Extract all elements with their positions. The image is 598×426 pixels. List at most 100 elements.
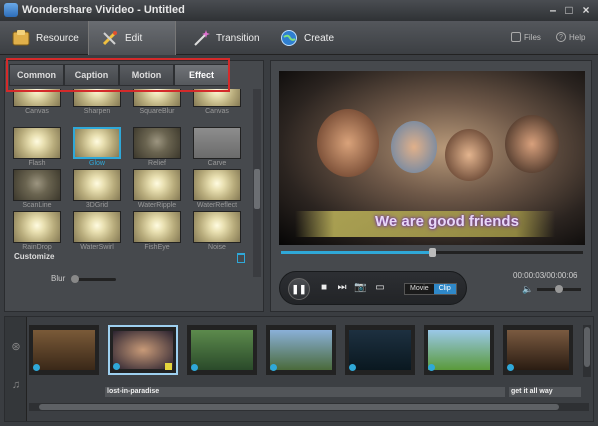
clip-option[interactable]: Clip [433,284,456,294]
effect-thumbnail[interactable] [133,211,181,243]
maximize-button[interactable]: □ [562,3,576,17]
tab-motion[interactable]: Motion [119,64,174,86]
effect-tabs: Common Caption Motion Effect [9,64,229,88]
movie-option[interactable]: Movie [405,284,434,294]
effect-thumbnail[interactable] [73,127,121,159]
clip-caption-icon [165,363,172,370]
timeline-clip[interactable] [424,325,494,375]
person-3 [445,129,493,181]
tab-common[interactable]: Common [9,64,64,86]
timecode: 00:00:03/00:00:06 [513,271,578,280]
effect-thumbnail-label: ScanLine [22,202,52,209]
files-link[interactable]: Files [511,32,541,42]
audio-segment-2[interactable]: get it all way [509,387,581,397]
create-label: Create [304,32,335,44]
timeline-clip[interactable] [266,325,336,375]
timeline-vscroll-thumb[interactable] [584,327,590,367]
volume-icon[interactable]: 🔈 [522,284,533,295]
person-2 [391,121,437,173]
effect-thumbnail-label: WaterRipple [137,202,177,209]
tab-effect[interactable]: Effect [174,64,229,86]
clip-effect-icon [428,364,435,371]
audio-segment-1[interactable]: lost-in-paradise [105,387,505,397]
pause-button[interactable]: ❚❚ [288,278,310,300]
effect-thumbnail[interactable] [73,169,121,201]
effect-scrollbar[interactable] [253,89,261,277]
stop-button[interactable]: ■ [318,282,330,294]
transition-label: Transition [216,32,260,44]
close-button[interactable]: × [579,3,593,17]
window-title: Wondershare Vivideo - Untitled [22,4,185,16]
clip-thumbnail [507,330,569,370]
files-label: Files [524,32,541,42]
effect-thumbnail[interactable] [193,211,241,243]
effect-thumbnail[interactable] [13,169,61,201]
effect-thumbnail-label: FishEye [144,244,170,251]
clip-effect-icon [270,364,277,371]
effect-thumbnail-label: Glow [89,160,105,167]
effect-thumbnail[interactable] [133,127,181,159]
effect-thumbnail[interactable] [133,169,181,201]
timeline-clip[interactable] [108,325,178,375]
timeline-hscroll-thumb[interactable] [39,404,559,410]
resource-label: Resource [36,32,79,44]
playback-progress[interactable] [281,248,583,257]
clip-thumbnail [191,330,253,370]
effect-thumbnail-label: Canvas [25,108,49,115]
effect-thumbnail[interactable] [73,211,121,243]
effect-thumbnail-label: 3DGrid [85,202,109,209]
timeline-clip[interactable] [187,325,257,375]
create-button[interactable]: Create [268,21,356,55]
timeline-clip[interactable] [345,325,415,375]
snapshot-camera-icon[interactable]: 📷 [354,282,366,294]
app-window: Wondershare Vivideo - Untitled – □ × Res… [0,0,598,426]
next-frame-button[interactable]: ⏭ [336,282,348,294]
timeline-clip[interactable] [503,325,573,375]
minimize-button[interactable]: – [546,3,560,17]
video-preview[interactable]: We are good friends [279,71,585,245]
edit-button[interactable]: Edit [88,21,176,55]
help-link[interactable]: ? Help [556,32,585,42]
effect-thumbnail[interactable] [193,127,241,159]
effect-thumbnail[interactable] [193,89,241,107]
person-4 [505,115,559,173]
transition-button[interactable]: Transition [180,21,268,55]
effect-thumbnail-label: Relief [148,160,166,167]
effect-thumbnail-label: Carve [207,160,227,167]
clip-thumbnail [428,330,490,370]
main-toolbar: Resource Edit Transition Create Files ? [0,21,598,55]
effect-panel: Common Caption Motion Effect Canvas Sharp… [4,60,264,312]
resource-button[interactable]: Resource [0,21,88,55]
trash-icon[interactable] [237,253,245,263]
effect-thumbnail[interactable] [193,169,241,201]
clip-thumbnail [33,330,95,370]
video-track [29,325,581,377]
fullscreen-icon[interactable]: ▭ [374,282,386,294]
effect-scrollbar-thumb[interactable] [254,169,260,209]
effect-thumbnail[interactable] [73,89,121,107]
timeline-vscroll[interactable] [583,325,591,377]
preview-panel: We are good friends ❚❚ ■ ⏭ 📷 ▭ Movie Cli… [270,60,592,312]
caption-text: We are good friends [375,213,519,230]
effect-thumbnail[interactable] [13,211,61,243]
movie-clip-toggle: Movie Clip [404,283,457,295]
edit-tools-icon [101,29,119,47]
progress-knob[interactable] [429,248,436,257]
blur-slider-knob[interactable] [71,275,79,283]
video-reel-icon: ⊛ [11,341,21,353]
volume-slider-knob[interactable] [555,285,563,293]
tab-caption[interactable]: Caption [64,64,119,86]
help-icon: ? [556,32,566,42]
timeline-hscroll[interactable] [29,403,589,411]
home-icon [511,32,521,42]
playback-controls: ❚❚ ■ ⏭ 📷 ▭ Movie Clip [279,271,467,305]
effect-thumbnail-label: RainDrop [22,244,52,251]
effect-thumbnail-label: Sharpen [83,108,111,115]
clip-thumbnail [113,331,173,369]
effect-thumbnail[interactable] [133,89,181,107]
effect-thumbnail[interactable] [13,89,61,107]
timeline-clip[interactable] [29,325,99,375]
effect-thumbnail[interactable] [13,127,61,159]
effect-thumbnail-label: Noise [208,244,226,251]
effect-thumbnail-label: WaterSwirl [80,244,114,251]
